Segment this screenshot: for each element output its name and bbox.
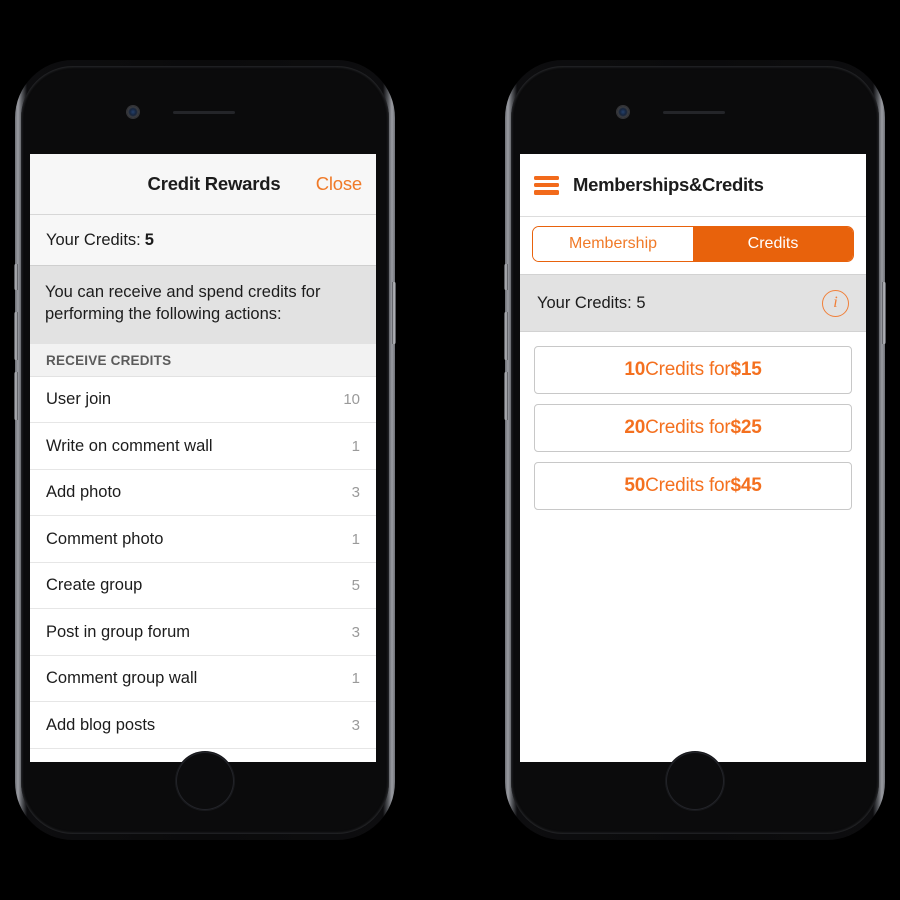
offer-amount: 50 [624,475,646,496]
credit-offers-list: 10 Credits for $15 20 Credits for $25 50… [520,332,866,762]
front-camera-icon [617,106,629,118]
list-item-label: Create group [46,576,143,595]
list-item-value: 10 [343,391,360,409]
offer-price: $25 [730,417,762,438]
list-item-label: User join [46,390,112,409]
list-item-value: 1 [351,530,360,548]
page-title: Memberships&Credits [573,174,764,195]
silent-switch[interactable] [14,264,18,290]
list-item-value: 3 [351,716,360,734]
description-text: You can receive and spend credits for pe… [30,266,376,344]
tab-membership[interactable]: Membership [533,227,693,261]
hamburger-bar-3 [534,190,559,195]
list-item-label: Add blog posts [46,715,156,734]
left-phone-device: Credit Rewards Close Your Credits: 5 You… [14,60,396,840]
home-button[interactable] [176,752,234,810]
earpiece-speaker-icon [173,111,235,114]
home-button[interactable] [666,752,724,810]
tab-bar: Membership Credits [520,217,866,274]
hamburger-bar-2 [534,182,559,188]
offer-amount: 10 [624,359,646,380]
list-item-value: 1 [351,437,360,455]
list-item-label: Comment photo [46,529,164,548]
volume-down-button[interactable] [14,372,18,420]
hamburger-menu-icon[interactable] [534,175,559,195]
close-button[interactable]: Close [316,173,363,195]
segmented-control: Membership Credits [532,226,854,262]
hamburger-bar-1 [534,175,559,180]
right-phone-screen: Memberships&Credits Membership Credits Y… [520,154,866,762]
list-item[interactable]: Comment photo 1 [30,516,376,563]
credit-offer-button[interactable]: 10 Credits for $15 [534,346,852,394]
info-icon[interactable]: i [822,289,849,317]
receive-credits-list: User join 10 Write on comment wall 1 Add… [30,376,376,762]
right-phone-bezel: Memberships&Credits Membership Credits Y… [511,66,879,834]
volume-up-button[interactable] [14,312,18,360]
credit-offer-button[interactable]: 20 Credits for $25 [534,404,852,452]
offer-price: $45 [730,475,762,496]
list-item[interactable]: Comment group wall 1 [30,655,376,703]
list-item-value: 3 [351,623,360,641]
front-camera-icon [127,106,139,118]
list-item-label: Post in group forum [46,622,190,641]
offer-price: $15 [730,359,762,380]
app-header: Memberships&Credits [520,154,866,217]
your-credits-label: Your Credits: [46,230,141,249]
offer-suffix: Credits for [645,475,731,496]
list-item[interactable]: Create group 5 [30,562,376,610]
left-phone-screen: Credit Rewards Close Your Credits: 5 You… [30,154,376,762]
right-phone-device: Memberships&Credits Membership Credits Y… [504,60,886,840]
offer-suffix: Credits for [645,417,731,438]
silent-switch[interactable] [504,264,508,290]
list-item[interactable]: Add photo 3 [30,469,376,517]
tab-credits[interactable]: Credits [693,227,853,261]
list-item[interactable]: Add blog posts 3 [30,702,376,749]
list-item-value: 5 [351,577,360,595]
list-item[interactable]: Write on comment wall 1 [30,423,376,470]
power-button[interactable] [392,282,396,344]
list-item-label: Comment group wall [46,669,198,688]
offer-suffix: Credits for [645,359,731,380]
your-credits-label: Your Credits: 5 [537,293,646,312]
section-header-receive-credits: RECEIVE CREDITS [30,343,376,377]
offer-amount: 20 [624,417,646,438]
list-item-label: Write on comment wall [46,436,213,455]
list-item-label: Add photo [46,483,122,502]
balance-row: Your Credits: 5 i [520,274,866,332]
power-button[interactable] [882,282,886,344]
volume-up-button[interactable] [504,312,508,360]
your-credits-row: Your Credits: 5 [30,215,376,266]
your-credits-value: 5 [144,230,154,249]
list-item[interactable]: Post in group forum 3 [30,609,376,656]
list-item-value: 1 [351,670,360,688]
earpiece-speaker-icon [663,111,725,114]
list-item-value: 3 [351,484,360,502]
modal-header: Credit Rewards Close [30,154,376,215]
left-phone-bezel: Credit Rewards Close Your Credits: 5 You… [21,66,389,834]
volume-down-button[interactable] [504,372,508,420]
credit-offer-button[interactable]: 50 Credits for $45 [534,462,852,510]
list-item[interactable]: User join 10 [30,376,376,424]
